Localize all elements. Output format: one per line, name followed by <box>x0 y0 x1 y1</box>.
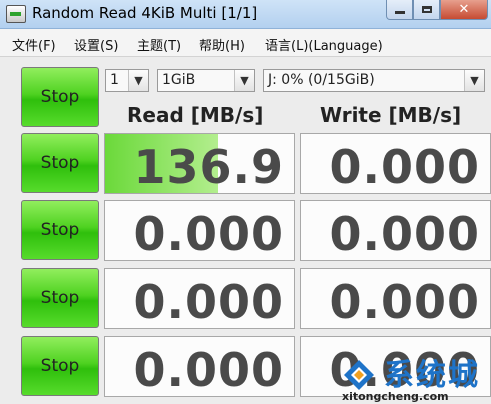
watermark-logo-icon <box>344 360 374 390</box>
menu-theme[interactable]: 主题(T) <box>137 35 181 54</box>
menu-settings[interactable]: 设置(S) <box>74 35 118 54</box>
read-value: 136.9 <box>133 140 284 194</box>
stop-button-row-1[interactable]: Stop <box>21 133 99 193</box>
drive-select[interactable]: J: 0% (0/15GiB) ▼ <box>263 69 485 92</box>
stop-button-row-4[interactable]: Stop <box>21 336 99 396</box>
maximize-button[interactable] <box>413 0 440 20</box>
read-value: 0.000 <box>133 207 284 261</box>
drive-value: J: 0% (0/15GiB) <box>268 72 375 88</box>
minimize-icon <box>394 11 405 14</box>
stop-button-all[interactable]: Stop <box>21 67 99 127</box>
read-result-row-2: 0.000 <box>104 200 295 261</box>
write-value: 0.000 <box>329 207 480 261</box>
close-button[interactable]: ✕ <box>440 0 488 20</box>
minimize-button[interactable] <box>386 0 413 20</box>
read-result-row-1: 136.9 <box>104 133 295 194</box>
menu-language[interactable]: 语言(L)(Language) <box>265 35 383 54</box>
read-result-row-4: 0.000 <box>104 336 295 397</box>
maximize-icon <box>421 6 432 13</box>
size-select[interactable]: 1GiB ▼ <box>157 69 255 92</box>
read-value: 0.000 <box>133 275 284 329</box>
write-result-row-1: 0.000 <box>300 133 491 194</box>
stop-button-row-2[interactable]: Stop <box>21 200 99 260</box>
chevron-down-icon: ▼ <box>234 70 254 91</box>
window-title: Random Read 4KiB Multi [1/1] <box>32 4 258 22</box>
menu-help[interactable]: 帮助(H) <box>199 35 245 54</box>
watermark: 系统城 xitongcheng.com <box>336 352 491 404</box>
write-header: Write [MB/s] <box>320 103 462 127</box>
chevron-down-icon: ▼ <box>464 70 484 91</box>
app-icon <box>6 5 26 23</box>
stop-button-row-3[interactable]: Stop <box>21 268 99 328</box>
write-result-row-3: 0.000 <box>300 268 491 329</box>
count-select[interactable]: 1 ▼ <box>105 69 149 92</box>
chevron-down-icon: ▼ <box>128 70 148 91</box>
menu-bar: 文件(F) 设置(S) 主题(T) 帮助(H) 语言(L)(Language) <box>0 29 491 57</box>
write-value: 0.000 <box>329 275 480 329</box>
watermark-title: 系统城 <box>384 358 480 393</box>
write-value: 0.000 <box>329 140 480 194</box>
title-bar: Random Read 4KiB Multi [1/1] ✕ <box>0 0 491 29</box>
menu-file[interactable]: 文件(F) <box>12 35 56 54</box>
read-result-row-3: 0.000 <box>104 268 295 329</box>
count-value: 1 <box>110 72 119 88</box>
close-icon: ✕ <box>458 2 470 17</box>
read-value: 0.000 <box>133 343 284 397</box>
write-result-row-2: 0.000 <box>300 200 491 261</box>
size-value: 1GiB <box>162 72 196 88</box>
read-header: Read [MB/s] <box>127 103 264 127</box>
watermark-site: xitongcheng.com <box>342 390 449 403</box>
